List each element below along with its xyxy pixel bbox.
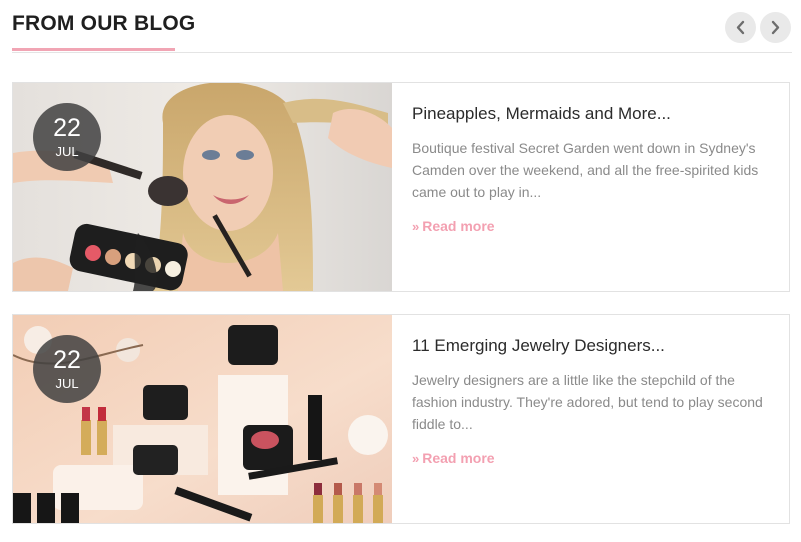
read-more-label: Read more [422,450,495,466]
post-excerpt: Boutique festival Secret Garden went dow… [412,140,759,200]
date-day: 22 [53,114,81,142]
post-title[interactable]: 11 Emerging Jewelry Designers... [412,336,665,356]
post-title[interactable]: Pineapples, Mermaids and More... [412,104,671,124]
double-chevron-right-icon: » [412,219,420,234]
date-badge: 22 JUL [33,335,101,403]
post-content: Pineapples, Mermaids and More... Boutiqu… [412,83,772,291]
date-month: JUL [55,376,79,391]
read-more-link[interactable]: » Read more [412,218,495,234]
double-chevron-right-icon: » [412,451,420,466]
read-more-label: Read more [422,218,495,234]
blog-post-card: 22 JUL 11 Emerging Jewelry Designers... … [12,314,790,524]
date-day: 22 [53,346,81,374]
prev-button[interactable] [725,12,756,43]
chevron-right-icon [771,20,780,35]
chevron-left-icon [736,20,745,35]
date-badge: 22 JUL [33,103,101,171]
next-button[interactable] [760,12,791,43]
post-excerpt: Jewelry designers are a little like the … [412,372,763,432]
read-more-link[interactable]: » Read more [412,450,495,466]
post-content: 11 Emerging Jewelry Designers... Jewelry… [412,315,772,523]
title-underline [12,48,175,51]
post-image[interactable]: 22 JUL [13,315,392,523]
date-month: JUL [55,144,79,159]
blog-post-card: 22 JUL Pineapples, Mermaids and More... … [12,82,790,292]
section-title: FROM OUR BLOG [12,12,196,35]
post-image[interactable]: 22 JUL [13,83,392,291]
blog-header: FROM OUR BLOG [12,0,792,53]
